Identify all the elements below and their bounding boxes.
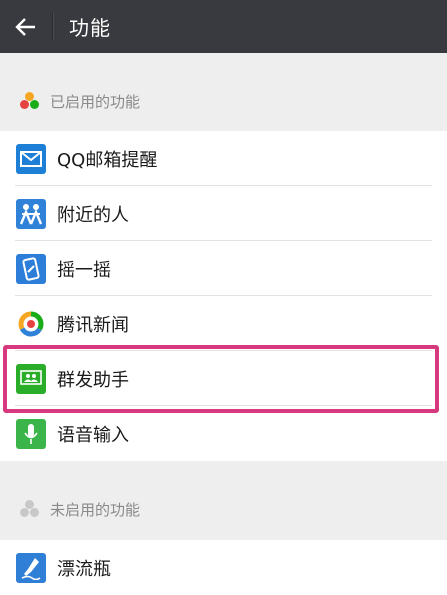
disabled-feature-list: 漂流瓶 [0,540,447,595]
feature-row-drift-bottle[interactable]: 漂流瓶 [0,540,447,595]
feature-label: 语音输入 [57,424,129,446]
disabled-section-title: 未启用的功能 [50,500,141,519]
back-button[interactable] [0,0,52,53]
shake-phone-icon [16,253,46,284]
top-bar: 功能 [0,0,447,53]
feature-label: QQ邮箱提醒 [57,149,158,171]
enabled-section-header: 已启用的功能 [0,85,447,117]
disabled-section-header: 未启用的功能 [0,493,447,525]
feature-label: 附近的人 [57,204,129,226]
enabled-section-title: 已启用的功能 [50,92,141,111]
microphone-icon [16,418,46,449]
feature-row-qq-mail[interactable]: QQ邮箱提醒 [0,131,447,186]
feature-label: 腾讯新闻 [57,314,129,336]
header-divider [52,12,53,41]
group-message-icon [16,363,46,394]
feature-row-group-message[interactable]: 群发助手 [0,351,447,406]
feature-label: 漂流瓶 [57,558,111,580]
page-title: 功能 [69,16,111,40]
tencent-news-icon [16,309,46,339]
feature-row-voice-input[interactable]: 语音输入 [0,406,447,461]
drift-bottle-icon [16,552,46,583]
feature-row-tencent-news[interactable]: 腾讯新闻 [0,296,447,351]
mail-icon [16,143,46,174]
people-nearby-icon [16,198,46,229]
feature-label: 群发助手 [57,369,129,391]
enabled-feature-list: QQ邮箱提醒 附近的人 摇一摇 腾讯新闻 群发助手 语音输入 [0,131,447,461]
arrow-left-icon [15,17,35,36]
three-dots-icon [20,92,40,110]
feature-row-shake[interactable]: 摇一摇 [0,241,447,296]
feature-label: 摇一摇 [57,259,111,281]
feature-row-people-nearby[interactable]: 附近的人 [0,186,447,241]
three-dots-gray-icon [20,500,40,518]
